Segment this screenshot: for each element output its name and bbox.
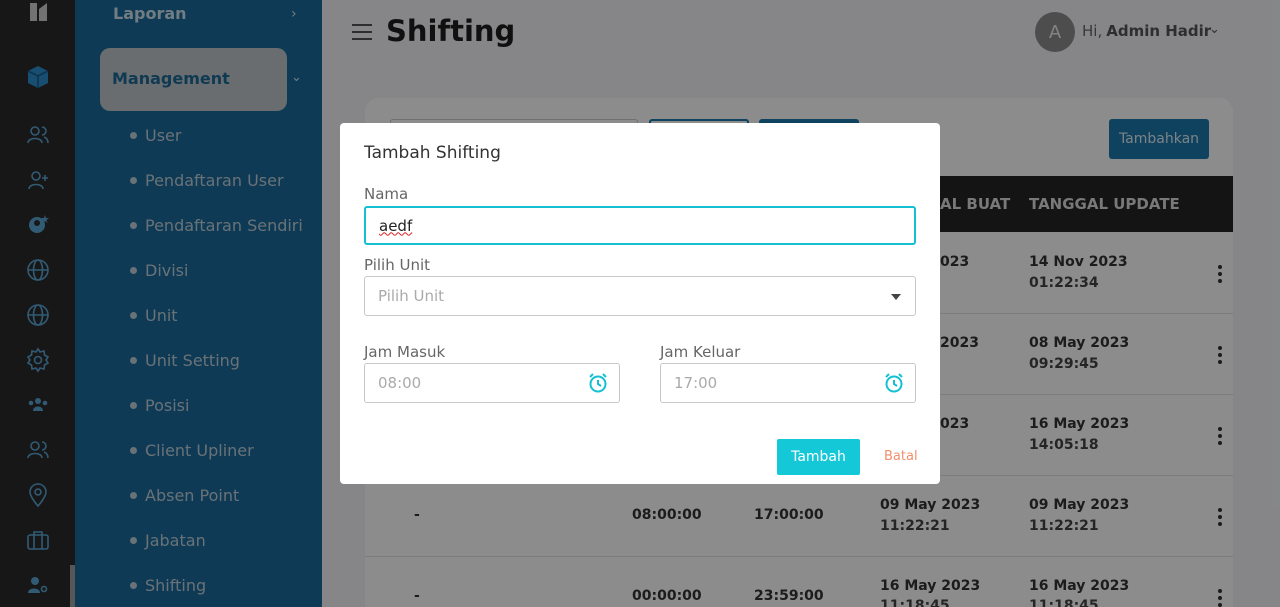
jam-keluar-placeholder: 17:00 bbox=[674, 374, 718, 392]
jam-masuk-field[interactable]: 08:00 bbox=[364, 363, 620, 403]
caret-down-icon bbox=[891, 294, 901, 300]
nama-value: aedf bbox=[379, 216, 413, 235]
jam-keluar-label: Jam Keluar bbox=[660, 343, 741, 361]
cancel-button[interactable]: Batal bbox=[884, 449, 918, 464]
jam-masuk-label: Jam Masuk bbox=[364, 343, 446, 361]
alarm-clock-icon[interactable] bbox=[883, 372, 905, 394]
jam-masuk-placeholder: 08:00 bbox=[378, 374, 422, 392]
submit-button[interactable]: Tambah bbox=[777, 439, 860, 475]
jam-keluar-field[interactable]: 17:00 bbox=[660, 363, 916, 403]
add-shift-modal: Tambah Shifting Nama aedf Pilih Unit Pil… bbox=[340, 123, 940, 484]
unit-select[interactable]: Pilih Unit bbox=[364, 276, 916, 316]
modal-title: Tambah Shifting bbox=[364, 143, 501, 163]
alarm-clock-icon[interactable] bbox=[587, 372, 609, 394]
unit-label: Pilih Unit bbox=[364, 256, 431, 274]
nama-field[interactable]: aedf bbox=[364, 206, 916, 245]
nama-label: Nama bbox=[364, 185, 409, 203]
unit-placeholder: Pilih Unit bbox=[378, 287, 445, 305]
